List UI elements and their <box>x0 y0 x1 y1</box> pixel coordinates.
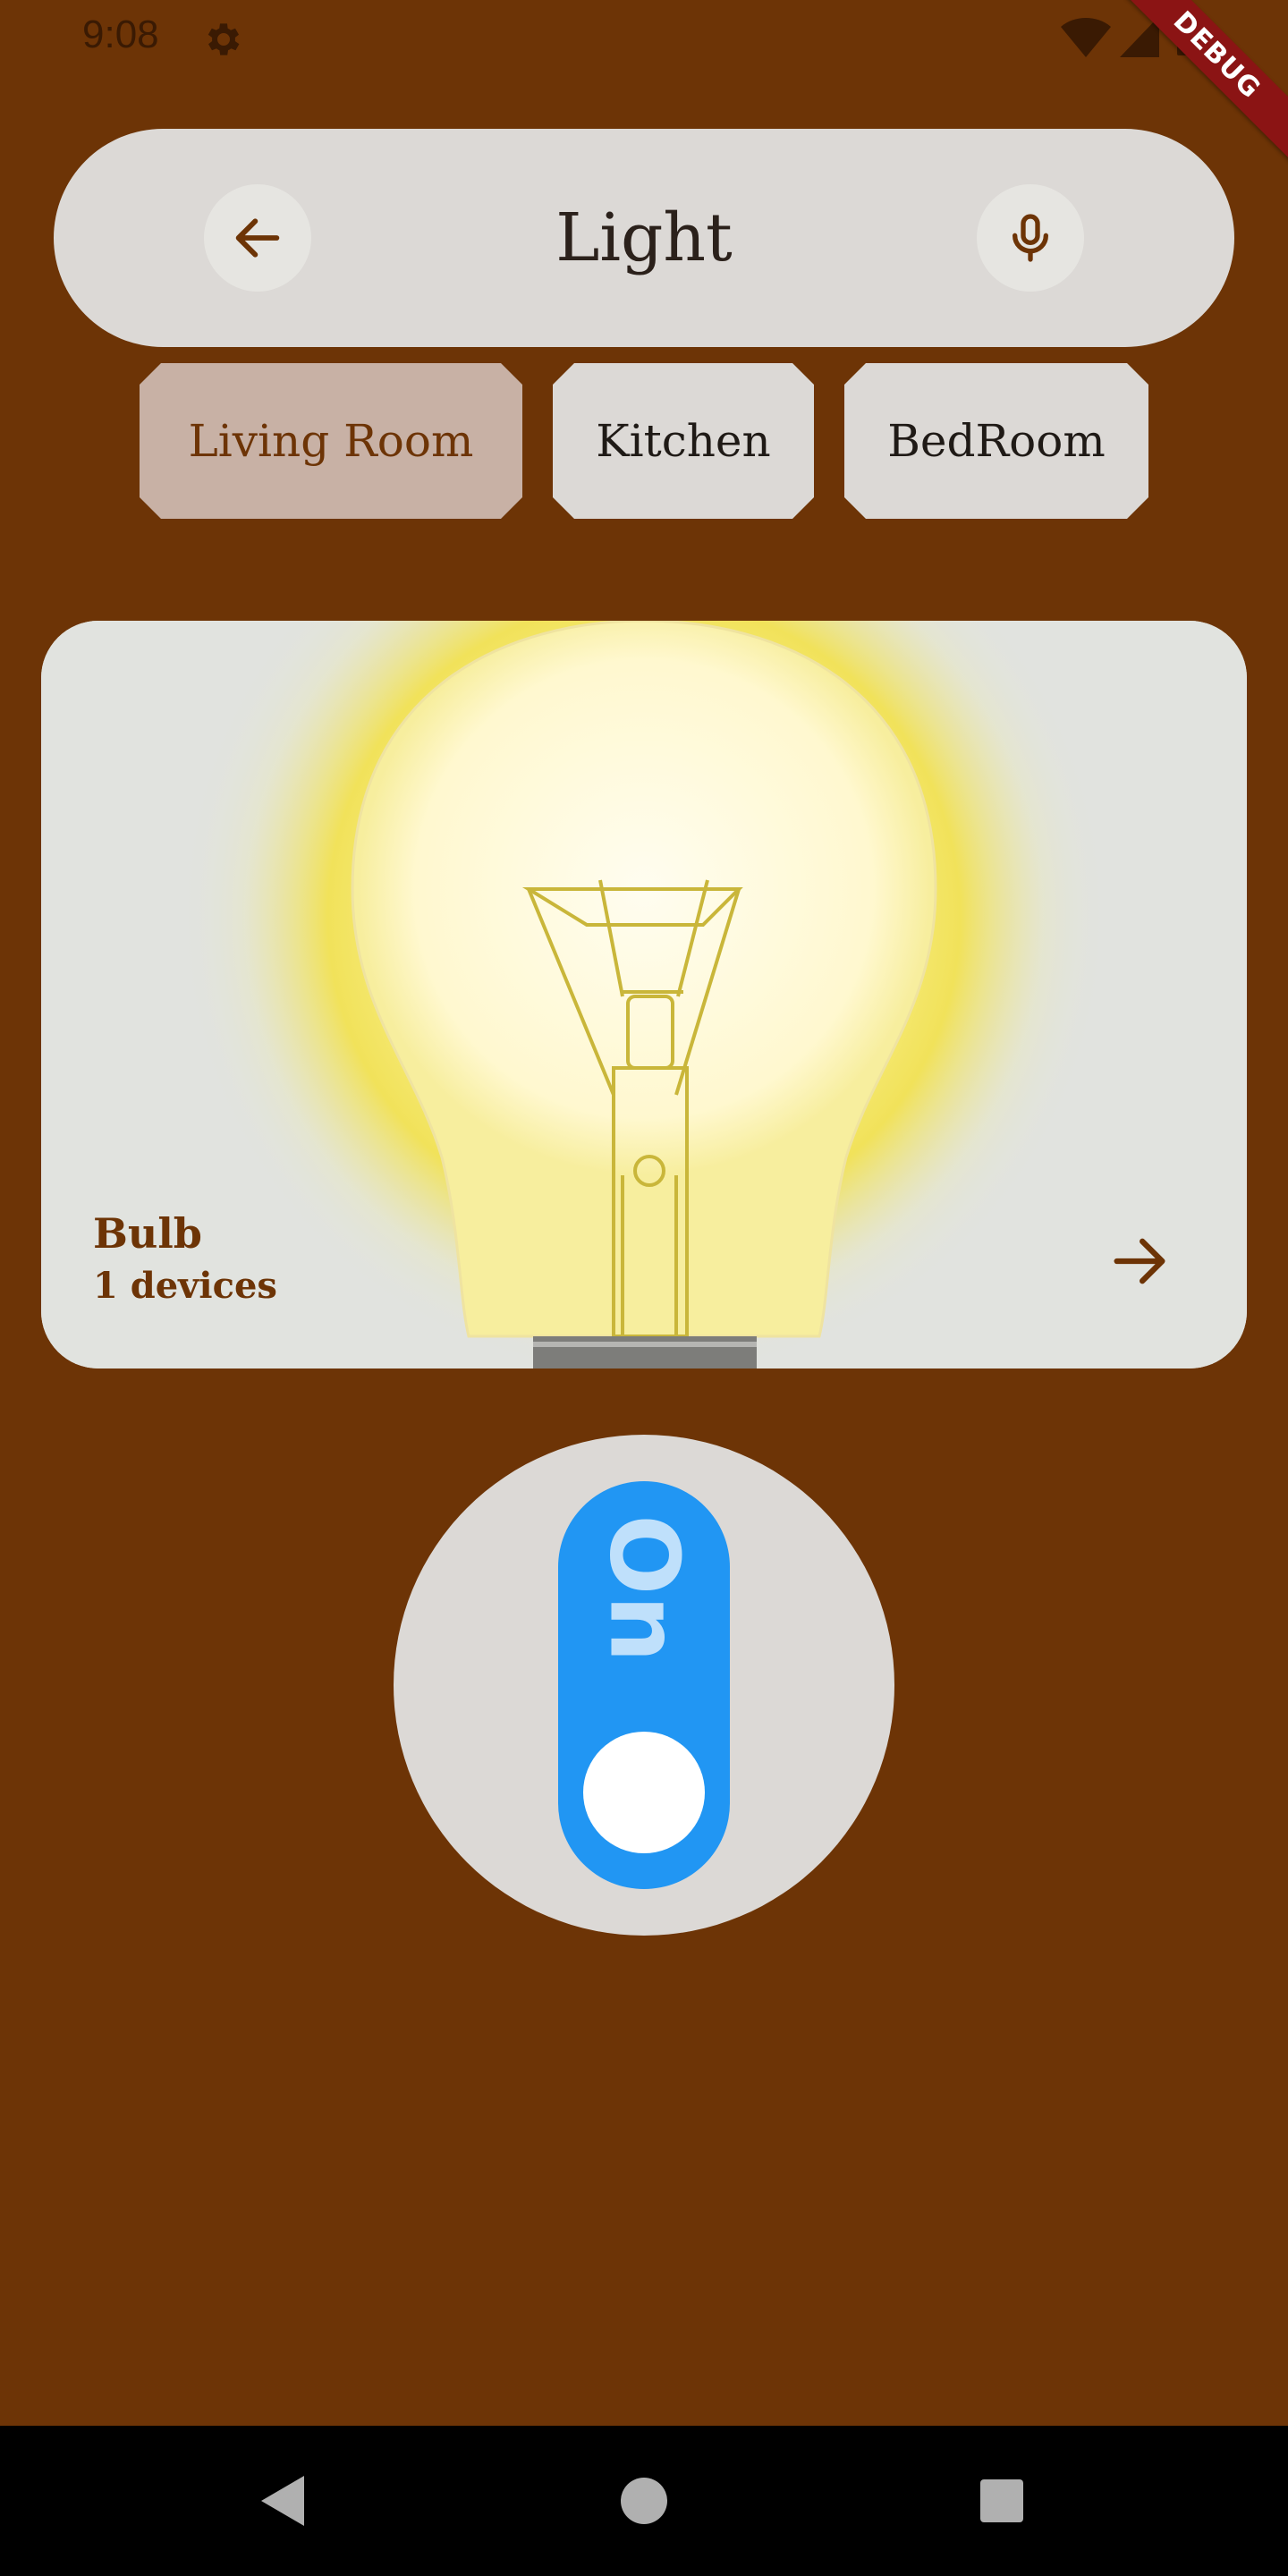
toggle-state-label: On <box>589 1514 699 1663</box>
recents-square-icon[interactable] <box>973 2472 1030 2529</box>
status-time: 9:08 <box>82 13 159 56</box>
back-triangle-icon[interactable] <box>254 2472 311 2529</box>
wifi-icon <box>1061 18 1111 57</box>
room-chip-label: Kitchen <box>596 415 771 467</box>
room-chip-living-room[interactable]: Living Room <box>140 363 522 519</box>
microphone-icon <box>1013 214 1048 262</box>
room-chip-label: BedRoom <box>887 415 1106 467</box>
voice-search-button[interactable] <box>977 184 1084 292</box>
device-name: Bulb <box>93 1209 202 1258</box>
room-chip-bedroom[interactable]: BedRoom <box>844 363 1148 519</box>
system-nav-bar <box>0 2426 1288 2576</box>
gear-icon <box>208 23 240 55</box>
status-bar: 9:08 <box>0 0 1288 75</box>
power-toggle-switch[interactable]: On <box>558 1481 730 1889</box>
device-count: 1 devices <box>93 1265 277 1307</box>
toggle-knob[interactable] <box>583 1732 705 1853</box>
room-chip-label: Living Room <box>188 415 474 467</box>
room-chip-kitchen[interactable]: Kitchen <box>553 363 814 519</box>
home-circle-icon[interactable] <box>615 2472 673 2529</box>
title-bar: Light <box>54 129 1234 347</box>
arrow-right-icon[interactable] <box>1106 1227 1174 1295</box>
light-bulb-illustration <box>41 621 1247 1368</box>
device-card[interactable]: Bulb 1 devices <box>41 621 1247 1368</box>
